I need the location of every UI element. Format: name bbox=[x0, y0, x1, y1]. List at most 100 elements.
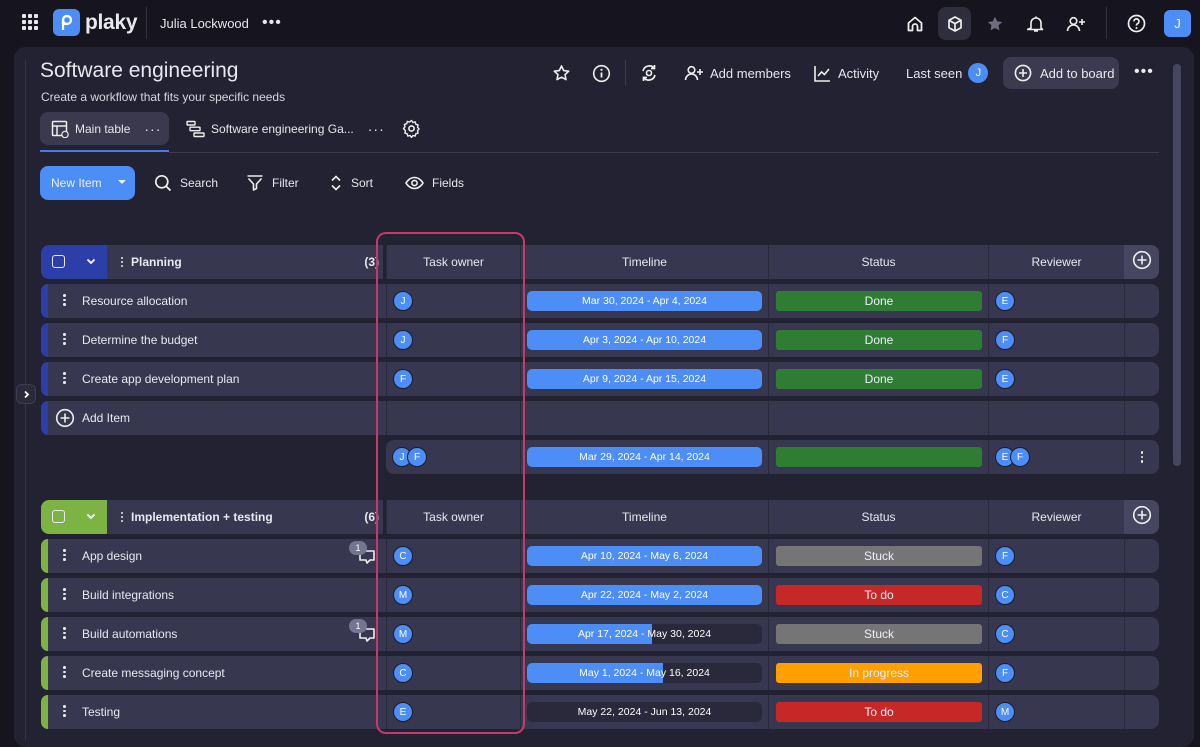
table-row[interactable]: Create app development plan F Apr 9, 2024 … bbox=[41, 362, 1159, 396]
fields-button[interactable]: Fields bbox=[405, 172, 464, 194]
owner-avatar[interactable]: E bbox=[393, 702, 413, 722]
group-select-checkbox[interactable] bbox=[52, 255, 65, 268]
reviewer-cell[interactable]: F bbox=[988, 323, 1124, 357]
column-header-task-owner[interactable]: Task owner bbox=[386, 500, 520, 534]
timeline-bar[interactable]: May 22, 2024 - Jun 13, 2024 bbox=[527, 702, 762, 722]
group-name[interactable]: Implementation + testing bbox=[131, 510, 273, 524]
task-owner-cell[interactable]: E bbox=[386, 695, 520, 729]
timeline-bar[interactable]: Mar 30, 2024 - Apr 4, 2024 bbox=[527, 291, 762, 311]
timeline-bar[interactable]: Apr 17, 2024 - May 30, 2024 bbox=[527, 624, 762, 644]
avatar[interactable]: J bbox=[968, 63, 989, 83]
table-row[interactable]: Determine the budget J Apr 3, 2024 - Apr 1… bbox=[41, 323, 1159, 357]
task-owner-cell[interactable]: C bbox=[386, 656, 520, 690]
item-name[interactable]: Create app development plan bbox=[82, 372, 239, 386]
activity-button[interactable]: Activity bbox=[813, 58, 879, 88]
filter-button[interactable]: Filter bbox=[246, 172, 299, 194]
owner-avatar[interactable]: C bbox=[393, 663, 413, 683]
row-menu-icon[interactable] bbox=[63, 627, 66, 639]
timeline-cell[interactable]: May 22, 2024 - Jun 13, 2024 bbox=[520, 695, 768, 729]
owner-avatar[interactable]: C bbox=[393, 546, 413, 566]
sync-icon[interactable] bbox=[639, 58, 659, 88]
group-select-checkbox[interactable] bbox=[52, 510, 65, 523]
tab-more-icon[interactable]: ··· bbox=[368, 121, 385, 137]
group-name[interactable]: Planning bbox=[131, 255, 182, 269]
timeline-bar[interactable]: May 1, 2024 - May 16, 2024 bbox=[527, 663, 762, 683]
timeline-cell[interactable]: Apr 9, 2024 - Apr 15, 2024 bbox=[520, 362, 768, 396]
drag-handle-icon[interactable] bbox=[121, 512, 123, 522]
table-row[interactable]: Resource allocation J Mar 30, 2024 - Apr 4… bbox=[41, 284, 1159, 318]
status-badge[interactable]: In progress bbox=[776, 663, 982, 683]
item-name[interactable]: Testing bbox=[82, 705, 120, 719]
tab-main-table[interactable]: Main table ··· bbox=[40, 112, 169, 145]
task-owner-cell[interactable]: F bbox=[386, 362, 520, 396]
reviewer-cell[interactable]: F bbox=[988, 539, 1124, 573]
timeline-cell[interactable]: May 1, 2024 - May 16, 2024 bbox=[520, 656, 768, 690]
tab-gantt[interactable]: Software engineering Ga... ··· bbox=[186, 112, 385, 145]
comments-button[interactable]: 1 bbox=[349, 619, 381, 647]
owner-avatar[interactable]: F bbox=[393, 369, 413, 389]
item-name[interactable]: App design bbox=[82, 549, 142, 563]
reviewer-cell[interactable]: M bbox=[988, 695, 1124, 729]
status-badge[interactable]: Done bbox=[776, 330, 982, 350]
reviewer-avatar[interactable]: C bbox=[995, 585, 1015, 605]
status-badge[interactable]: To do bbox=[776, 585, 982, 605]
reviewer-avatar[interactable]: F bbox=[1010, 447, 1030, 467]
status-badge[interactable]: To do bbox=[776, 702, 982, 722]
owner-avatar[interactable]: F bbox=[407, 447, 427, 467]
status-cell[interactable]: Done bbox=[768, 284, 988, 318]
item-name[interactable]: Build integrations bbox=[82, 588, 174, 602]
table-row[interactable]: Create messaging concept C May 1, 2024 - M… bbox=[41, 656, 1159, 690]
user-avatar[interactable]: J bbox=[1164, 10, 1191, 37]
column-header-timeline[interactable]: Timeline bbox=[520, 245, 768, 279]
logo[interactable]: plaky bbox=[53, 9, 138, 36]
table-row[interactable]: Build automations 1 M Apr 17, 2024 - May 30… bbox=[41, 617, 1159, 651]
item-name[interactable]: Create messaging concept bbox=[82, 666, 225, 680]
item-name[interactable]: Determine the budget bbox=[82, 333, 197, 347]
row-menu-icon[interactable] bbox=[63, 372, 66, 384]
reviewer-avatar[interactable]: E bbox=[995, 369, 1015, 389]
row-menu-icon[interactable] bbox=[63, 333, 66, 345]
new-item-button[interactable]: New Item bbox=[40, 166, 135, 200]
column-header-reviewer[interactable]: Reviewer bbox=[988, 500, 1124, 534]
status-cell[interactable]: To do bbox=[768, 578, 988, 612]
favorites-star-icon[interactable] bbox=[978, 7, 1011, 40]
app-grid-icon[interactable] bbox=[22, 14, 38, 30]
timeline-cell[interactable]: Apr 3, 2024 - Apr 10, 2024 bbox=[520, 323, 768, 357]
status-cell[interactable]: To do bbox=[768, 695, 988, 729]
table-row[interactable]: Testing E May 22, 2024 - Jun 13, 2024 To do… bbox=[41, 695, 1159, 729]
reviewer-avatar[interactable]: F bbox=[995, 330, 1015, 350]
timeline-bar[interactable]: Apr 22, 2024 - May 2, 2024 bbox=[527, 585, 762, 605]
expand-sidebar-chevron-icon[interactable] bbox=[16, 384, 36, 404]
tab-more-icon[interactable]: ··· bbox=[144, 121, 161, 137]
collapse-group-chevron-icon[interactable] bbox=[85, 509, 97, 527]
timeline-bar[interactable]: Apr 9, 2024 - Apr 15, 2024 bbox=[527, 369, 762, 389]
add-item-label[interactable]: Add Item bbox=[82, 411, 130, 425]
reviewer-avatar[interactable]: F bbox=[995, 546, 1015, 566]
workspace-more-icon[interactable]: ••• bbox=[262, 14, 282, 32]
column-header-status[interactable]: Status bbox=[768, 245, 988, 279]
summary-more[interactable] bbox=[1124, 440, 1159, 474]
row-menu-icon[interactable] bbox=[63, 294, 66, 306]
status-badge[interactable]: Stuck bbox=[776, 624, 982, 644]
invite-user-icon[interactable] bbox=[1059, 7, 1092, 40]
reviewer-cell[interactable]: C bbox=[988, 578, 1124, 612]
view-settings-gear-icon[interactable] bbox=[402, 112, 421, 145]
help-icon[interactable] bbox=[1120, 7, 1153, 40]
add-item-row[interactable]: Add Item bbox=[41, 401, 1159, 435]
group-name-cell[interactable]: Implementation + testing (6) bbox=[107, 500, 383, 534]
timeline-bar[interactable]: Apr 10, 2024 - May 6, 2024 bbox=[527, 546, 762, 566]
add-column-button[interactable] bbox=[1124, 500, 1159, 534]
reviewer-avatar[interactable]: C bbox=[995, 624, 1015, 644]
home-icon[interactable] bbox=[898, 7, 931, 40]
timeline-bar[interactable]: Apr 3, 2024 - Apr 10, 2024 bbox=[527, 330, 762, 350]
task-owner-cell[interactable]: C bbox=[386, 539, 520, 573]
vertical-scrollbar[interactable] bbox=[1173, 64, 1181, 466]
add-to-board-button[interactable]: Add to board bbox=[1003, 57, 1119, 89]
status-cell[interactable]: Stuck bbox=[768, 617, 988, 651]
item-name[interactable]: Build automations bbox=[82, 627, 177, 641]
reviewer-cell[interactable]: E bbox=[988, 284, 1124, 318]
row-menu-icon[interactable] bbox=[1140, 451, 1144, 463]
column-header-status[interactable]: Status bbox=[768, 500, 988, 534]
status-cell[interactable]: In progress bbox=[768, 656, 988, 690]
timeline-cell[interactable]: Apr 10, 2024 - May 6, 2024 bbox=[520, 539, 768, 573]
